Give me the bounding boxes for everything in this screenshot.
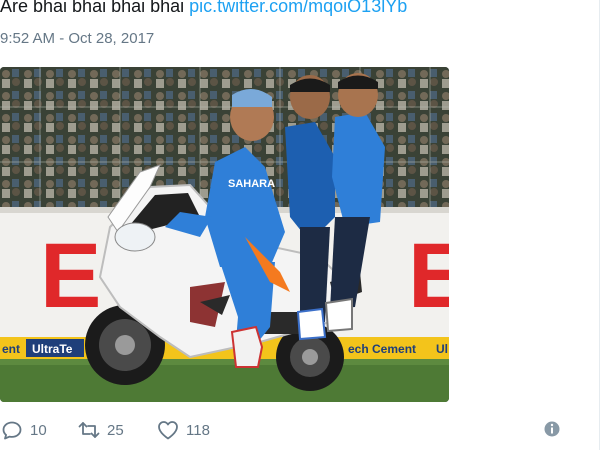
retweet-button[interactable]: 25 <box>77 416 124 444</box>
reply-icon <box>2 421 22 440</box>
tweet-photo[interactable]: E E ent UltraTe ech Cement Ul SAHARA <box>0 67 449 402</box>
ad-ultratech: UltraTe <box>32 342 73 356</box>
tweet-text: Are bhai bhai bhai bhai pic.twitter.com/… <box>0 0 407 18</box>
retweet-count: 25 <box>107 421 124 439</box>
reply-button[interactable]: 10 <box>0 416 47 444</box>
ad-left: ent <box>2 342 20 356</box>
like-count: 118 <box>186 421 210 439</box>
ad-right: Ul <box>436 342 448 356</box>
tweet-link[interactable]: pic.twitter.com/mqoiO13lYb <box>189 0 407 16</box>
more-icon[interactable] <box>543 420 561 438</box>
like-button[interactable]: 118 <box>156 416 210 444</box>
photo-illustration: E E ent UltraTe ech Cement Ul SAHARA <box>0 67 449 402</box>
like-icon <box>158 421 178 440</box>
jersey-text: SAHARA <box>228 178 275 190</box>
tweet-timestamp[interactable]: 9:52 AM - Oct 28, 2017 <box>0 30 154 47</box>
tweet-actions: 10 25 118 <box>0 416 600 444</box>
retweet-icon <box>78 422 100 438</box>
banner-left-letter: E <box>40 225 101 327</box>
banner-right-letter: E <box>408 225 449 327</box>
tweet-body: Are bhai bhai bhai bhai <box>0 0 190 16</box>
ad-cement: ech Cement <box>348 342 416 356</box>
grass <box>0 359 449 402</box>
tweet: Are bhai bhai bhai bhai pic.twitter.com/… <box>0 0 600 450</box>
reply-count: 10 <box>30 421 47 439</box>
grass-edge <box>0 359 449 365</box>
